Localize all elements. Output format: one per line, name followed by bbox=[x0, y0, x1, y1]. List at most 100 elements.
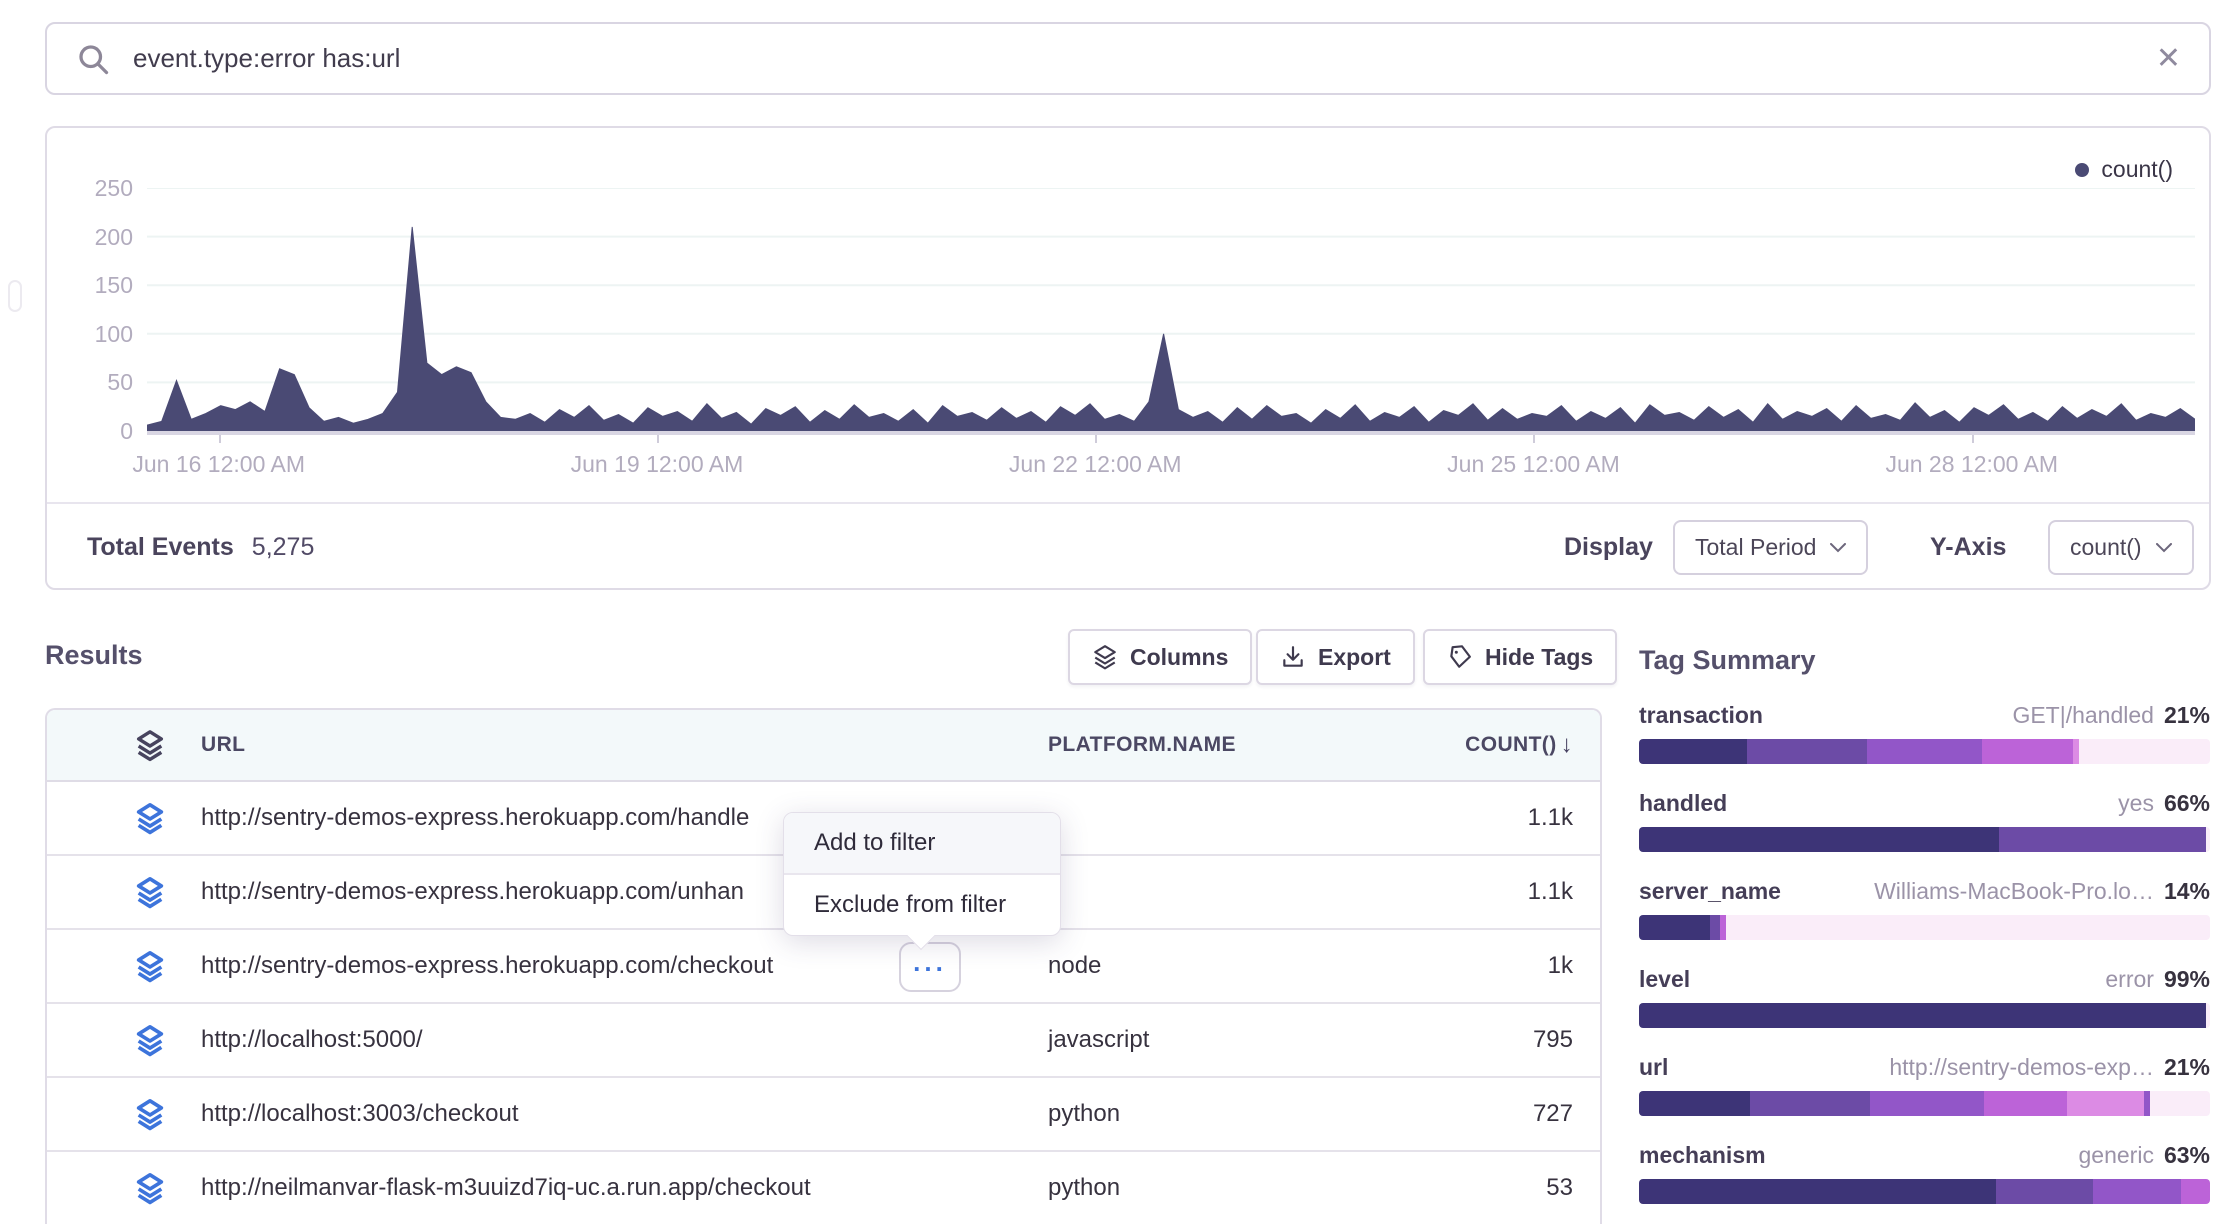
yaxis-dropdown[interactable]: count() bbox=[2048, 520, 2194, 575]
tag-name: url bbox=[1639, 1054, 1668, 1081]
tag-top-percent: 21% bbox=[2164, 702, 2210, 729]
export-button[interactable]: Export bbox=[1256, 629, 1415, 685]
stack-icon[interactable] bbox=[133, 728, 167, 764]
tag-bar-segment[interactable] bbox=[1996, 1179, 2093, 1204]
count-cell[interactable]: 53 bbox=[1546, 1152, 1573, 1224]
tag-bar-segment[interactable] bbox=[2181, 1179, 2210, 1204]
sidebar-collapse-handle[interactable] bbox=[8, 280, 22, 312]
tag-bar-segment[interactable] bbox=[1639, 915, 1710, 940]
x-tick-mark bbox=[219, 435, 221, 443]
url-cell[interactable]: http://sentry-demos-express.herokuapp.co… bbox=[201, 856, 744, 928]
display-dropdown[interactable]: Total Period bbox=[1673, 520, 1868, 575]
count-cell[interactable]: 727 bbox=[1533, 1078, 1573, 1150]
events-chart-panel: count() 250200150100500 Jun 16 12:00 AMJ… bbox=[45, 126, 2211, 590]
sort-desc-icon: ↓ bbox=[1561, 731, 1573, 759]
display-dropdown-value: Total Period bbox=[1695, 534, 1816, 561]
clear-search-icon[interactable]: ✕ bbox=[2156, 44, 2181, 74]
results-heading: Results bbox=[45, 640, 143, 671]
url-cell[interactable]: http://neilmanvar-flask-m3uuizd7iq-uc.a.… bbox=[201, 1152, 811, 1224]
cell-actions-button[interactable]: ... bbox=[899, 942, 961, 992]
tag-summary-item-transaction: transaction GET|/handled 21% bbox=[1639, 702, 2210, 764]
url-cell[interactable]: http://sentry-demos-express.herokuapp.co… bbox=[201, 930, 773, 1002]
tag-bar-segment[interactable] bbox=[2206, 1003, 2210, 1028]
url-cell[interactable]: http://localhost:5000/ bbox=[201, 1004, 422, 1076]
count-cell[interactable]: 795 bbox=[1533, 1004, 1573, 1076]
tag-distribution-bar[interactable] bbox=[1639, 739, 2210, 764]
tag-top-value: Williams-MacBook-Pro.lo… bbox=[1874, 878, 2154, 905]
total-events-label: Total Events bbox=[87, 533, 234, 562]
tag-bar-segment[interactable] bbox=[1720, 915, 1727, 940]
layers-icon bbox=[133, 801, 167, 837]
tag-top-percent: 66% bbox=[2164, 790, 2210, 817]
table-row[interactable]: http://localhost:3003/checkout python 727 bbox=[47, 1078, 1600, 1152]
y-tick-label: 250 bbox=[47, 175, 133, 202]
platform-cell[interactable]: javascript bbox=[1048, 1004, 1149, 1076]
search-input[interactable]: event.type:error has:url bbox=[133, 43, 2156, 74]
count-cell[interactable]: 1.1k bbox=[1528, 856, 1573, 928]
tag-bar-segment[interactable] bbox=[1747, 739, 1867, 764]
url-cell[interactable]: http://sentry-demos-express.herokuapp.co… bbox=[201, 782, 749, 854]
column-header-platform[interactable]: PLATFORM.NAME bbox=[1048, 710, 1236, 780]
tag-bar-segment[interactable] bbox=[1639, 1091, 1750, 1116]
tag-name: mechanism bbox=[1639, 1142, 1766, 1169]
cell-actions-menu: Add to filterExclude from filter bbox=[783, 812, 1061, 936]
discover-page: event.type:error has:url ✕ count() 250 20… bbox=[0, 0, 2234, 1224]
x-tick-mark bbox=[1095, 435, 1097, 443]
tag-top-percent: 99% bbox=[2164, 966, 2210, 993]
column-header-url[interactable]: URL bbox=[201, 710, 245, 780]
tag-bar-segment[interactable] bbox=[2079, 739, 2210, 764]
tag-distribution-bar[interactable] bbox=[1639, 1179, 2210, 1204]
hide-tags-button[interactable]: Hide Tags bbox=[1423, 629, 1617, 685]
tag-name: handled bbox=[1639, 790, 1727, 817]
y-tick-label: 200 bbox=[47, 224, 133, 251]
hide-tags-button-label: Hide Tags bbox=[1485, 644, 1593, 671]
columns-button[interactable]: Columns bbox=[1068, 629, 1252, 685]
table-row[interactable]: http://neilmanvar-flask-m3uuizd7iq-uc.a.… bbox=[47, 1152, 1600, 1224]
table-row[interactable]: http://localhost:5000/javascript 795 bbox=[47, 1004, 1600, 1078]
tag-bar-segment[interactable] bbox=[1750, 1091, 1870, 1116]
platform-cell[interactable]: node bbox=[1048, 930, 1101, 1002]
tag-distribution-bar[interactable] bbox=[1639, 915, 2210, 940]
tag-bar-segment[interactable] bbox=[1870, 1091, 1984, 1116]
x-tick-mark bbox=[657, 435, 659, 443]
download-icon bbox=[1280, 644, 1306, 670]
display-label: Display bbox=[1564, 504, 1653, 590]
tag-summary-item-mechanism: mechanism generic 63% bbox=[1639, 1142, 2210, 1204]
menu-item-add-to-filter[interactable]: Add to filter bbox=[784, 813, 1060, 873]
tag-bar-segment[interactable] bbox=[1639, 1003, 2206, 1028]
count-cell[interactable]: 1k bbox=[1548, 930, 1573, 1002]
tag-bar-segment[interactable] bbox=[2206, 827, 2210, 852]
tag-bar-segment[interactable] bbox=[1726, 915, 2210, 940]
tag-bar-segment[interactable] bbox=[1639, 739, 1747, 764]
tag-bar-segment[interactable] bbox=[1984, 1091, 2067, 1116]
tag-bar-segment[interactable] bbox=[2093, 1179, 2182, 1204]
tag-bar-segment[interactable] bbox=[1867, 739, 1981, 764]
tag-bar-segment[interactable] bbox=[1999, 827, 2206, 852]
tag-bar-segment[interactable] bbox=[1639, 1179, 1996, 1204]
tag-bar-segment[interactable] bbox=[1982, 739, 2073, 764]
tag-summary-item-url: url http://sentry-demos-exp… 21% bbox=[1639, 1054, 2210, 1116]
column-header-count[interactable]: COUNT() ↓ bbox=[1465, 710, 1573, 780]
platform-cell[interactable]: python bbox=[1048, 1078, 1120, 1150]
layers-icon bbox=[133, 1023, 167, 1059]
tag-bar-segment[interactable] bbox=[1639, 827, 1999, 852]
tag-distribution-bar[interactable] bbox=[1639, 1003, 2210, 1028]
chevron-down-icon bbox=[1830, 543, 1846, 553]
tag-distribution-bar[interactable] bbox=[1639, 1091, 2210, 1116]
table-row[interactable]: http://sentry-demos-express.herokuapp.co… bbox=[47, 930, 1600, 1004]
legend-label: count() bbox=[2101, 156, 2173, 183]
y-tick-label: 0 bbox=[47, 418, 133, 445]
tag-bar-segment[interactable] bbox=[2067, 1091, 2144, 1116]
chart-legend[interactable]: count() bbox=[2075, 156, 2173, 183]
yaxis-dropdown-value: count() bbox=[2070, 534, 2142, 561]
search-bar[interactable]: event.type:error has:url ✕ bbox=[45, 22, 2211, 95]
count-cell[interactable]: 1.1k bbox=[1528, 782, 1573, 854]
tag-bar-segment[interactable] bbox=[1710, 915, 1719, 940]
events-area-chart[interactable] bbox=[147, 188, 2195, 431]
tag-distribution-bar[interactable] bbox=[1639, 827, 2210, 852]
tag-top-percent: 14% bbox=[2164, 878, 2210, 905]
url-cell[interactable]: http://localhost:3003/checkout bbox=[201, 1078, 519, 1150]
platform-cell[interactable]: python bbox=[1048, 1152, 1120, 1224]
tag-bar-segment[interactable] bbox=[2150, 1091, 2210, 1116]
x-tick-mark bbox=[1972, 435, 1974, 443]
